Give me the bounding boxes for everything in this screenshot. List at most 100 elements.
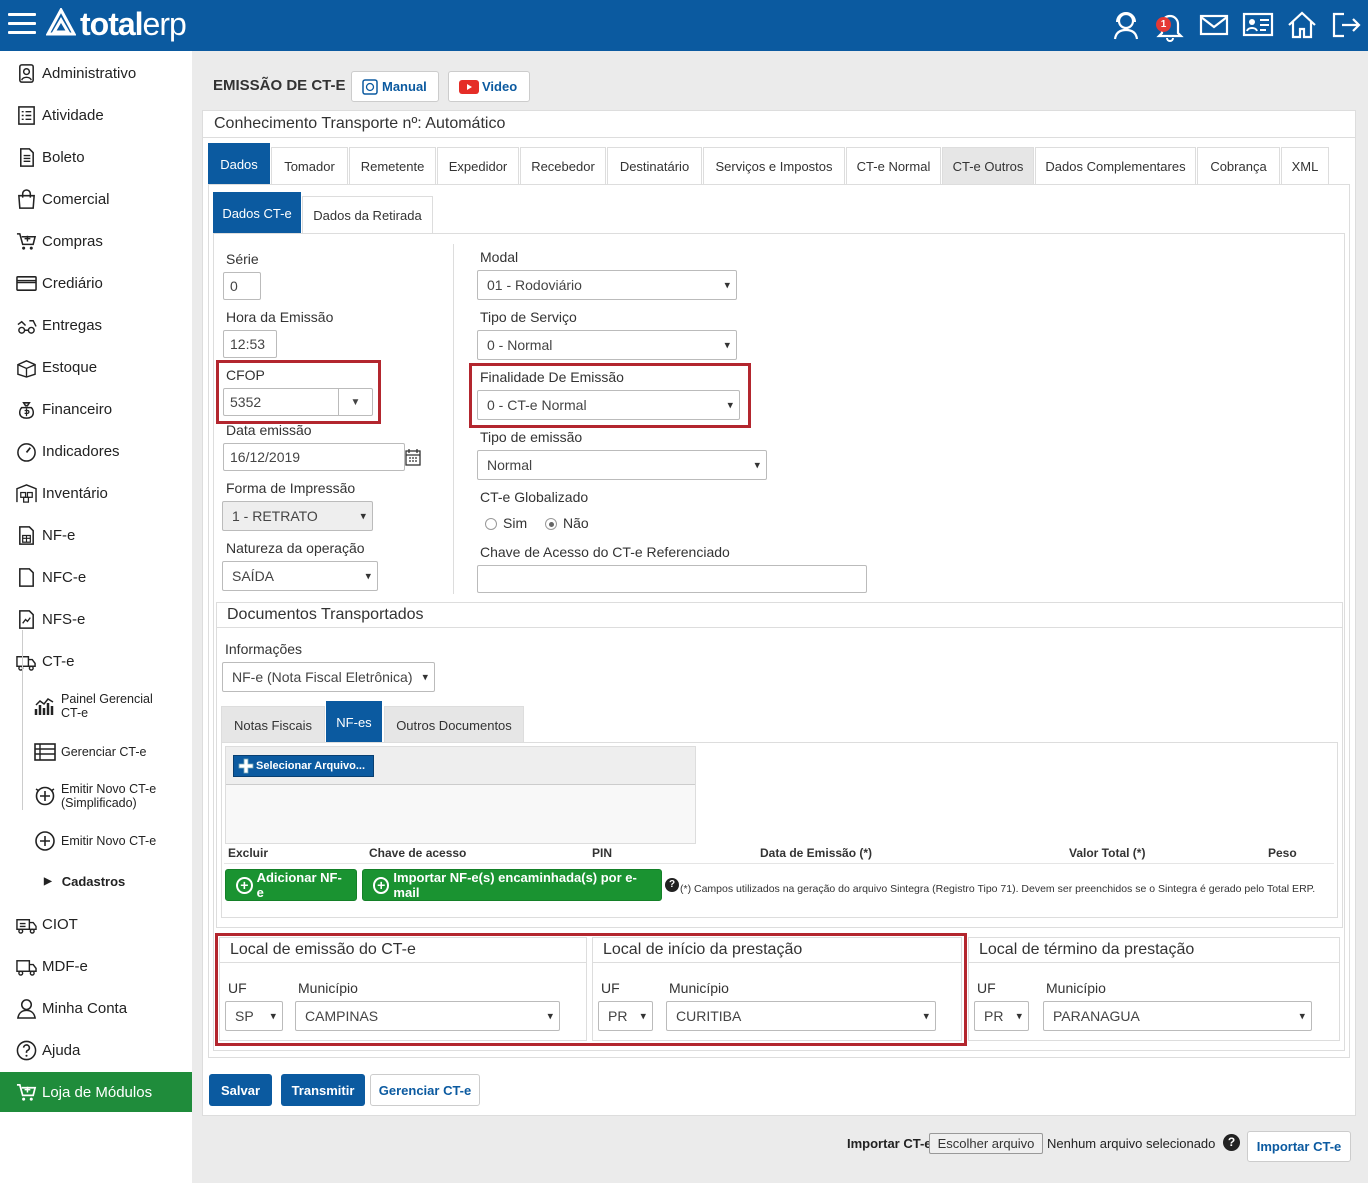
globalizado-options: Sim Não [485,515,589,531]
hora-input[interactable]: 12:53 [223,330,277,358]
local-uf-select-2[interactable]: PR [974,1001,1029,1031]
tab-9[interactable]: Dados Complementares [1035,147,1196,184]
submenu-emitir-simplificado[interactable]: Emitir Novo CT-e (Simplificado) [34,782,171,810]
bag-icon [18,188,35,209]
book-icon [362,78,378,95]
sidebar-item-4[interactable]: Compras [0,221,192,261]
cart-icon [16,1083,37,1101]
subtab-dados-cte[interactable]: Dados CT-e [213,192,301,233]
sidebar-item2-1[interactable]: MDF-e [0,946,192,986]
tab-0[interactable]: Dados [208,143,270,184]
tab-3[interactable]: Expedidor [437,147,519,184]
tab-11[interactable]: XML [1281,147,1329,184]
box-icon [17,359,36,378]
tab-nfes[interactable]: NF-es [326,701,382,743]
local-municipio-select-2[interactable]: PARANAGUA [1043,1001,1312,1031]
sidebar-item-10[interactable]: Inventário [0,473,192,513]
plus-icon [238,758,254,774]
sidebar-item2-0[interactable]: CIOT [0,904,192,944]
submenu-gerenciar-cte[interactable]: Gerenciar CT-e [34,741,146,763]
menu-icon[interactable] [8,13,36,37]
truck-icon [16,959,37,976]
column-header-1: Chave de acesso [369,846,467,860]
local-title-2: Local de término da prestação [979,941,1195,958]
sidebar-item-7[interactable]: Estoque [0,347,192,387]
home-icon[interactable] [1286,8,1318,42]
choose-file-button[interactable]: Escolher arquivo [929,1133,1043,1154]
radio-sim[interactable] [485,518,497,531]
column-divider [453,244,454,594]
notification-badge: 1 [1156,17,1171,32]
tab-2[interactable]: Remetente [349,147,436,184]
subtab-dados-retirada[interactable]: Dados da Retirada [302,196,433,233]
manage-cte-button[interactable]: Gerenciar CT-e [370,1074,480,1106]
submenu-emitir-novo[interactable]: Emitir Novo CT-e [34,830,156,852]
divider [969,962,1339,963]
submenu-cadastros[interactable]: ▶ Cadastros [44,875,125,889]
sidebar-item-14[interactable]: CT-e [0,641,192,681]
tab-10[interactable]: Cobrança [1197,147,1280,184]
submenu-line [22,630,23,810]
sidebar-item2-2[interactable]: Minha Conta [0,988,192,1028]
modal-select[interactable]: 01 - Rodoviário [477,270,737,300]
tab-6[interactable]: Serviços e Impostos [703,147,845,184]
sidebar-item-12[interactable]: NFC-e [0,557,192,597]
submenu-painel-gerencial[interactable]: Painel Gerencial CT-e [34,692,171,720]
forma-select[interactable]: 1 - RETRATO [222,501,373,531]
sidebar-item-3[interactable]: Comercial [0,179,192,219]
user-icon [17,998,36,1019]
natureza-select[interactable]: SAÍDA [222,561,378,591]
video-button[interactable]: Video [448,71,530,102]
informacoes-select[interactable]: NF-e (Nota Fiscal Eletrônica) [222,662,435,692]
serie-input[interactable]: 0 [223,272,261,300]
bell-icon[interactable]: 1 [1154,8,1186,42]
tipo-emissao-select[interactable]: Normal [477,450,767,480]
cte-number-title: Conhecimento Transporte nº: Automático [214,115,506,132]
id-card-icon[interactable] [1242,8,1274,42]
sidebar-item-9[interactable]: Indicadores [0,431,192,471]
tab-8[interactable]: CT-e Outros [942,147,1034,184]
sidebar-item-6[interactable]: Entregas [0,305,192,345]
plus-circle-icon [35,831,55,851]
data-input[interactable]: 16/12/2019 [223,443,405,471]
ciot-icon [16,918,37,934]
servico-select[interactable]: 0 - Normal [477,330,737,360]
help-icon[interactable]: ? [1223,1134,1240,1151]
sidebar-item-11[interactable]: NF-e [0,515,192,555]
sidebar-item-8[interactable]: Financeiro [0,389,192,429]
inventory-icon [16,483,37,503]
list-icon [34,743,56,761]
sidebar-item-5[interactable]: Crediário [0,263,192,303]
calendar-icon[interactable] [405,448,421,466]
app-logo[interactable]: total erp [46,6,187,43]
transmit-button[interactable]: Transmitir [281,1074,365,1106]
support-agent-icon[interactable] [1110,8,1142,42]
select-file-button[interactable]: Selecionar Arquivo... [233,755,375,777]
chave-input[interactable] [477,565,867,593]
activity-icon [18,105,35,125]
store-button[interactable]: Loja de Módulos [0,1072,192,1112]
highlight-locais [215,933,967,1046]
logout-icon[interactable] [1330,8,1362,42]
no-file-text: Nenhum arquivo selecionado [1047,1136,1216,1151]
tab-5[interactable]: Destinatário [607,147,702,184]
boleto-icon [20,147,34,167]
sidebar-item2-3[interactable]: Ajuda [0,1030,192,1070]
import-cte-button[interactable]: Importar CT-e [1247,1131,1351,1162]
sidebar-item-1[interactable]: Atividade [0,95,192,135]
tab-7[interactable]: CT-e Normal [846,147,941,184]
tab-1[interactable]: Tomador [271,147,348,184]
manual-button[interactable]: Manual [351,71,439,102]
tab-notas-fiscais[interactable]: Notas Fiscais [221,706,325,743]
sidebar-item-0[interactable]: Administrativo [0,53,192,93]
top-header: total erp 1 [0,0,1368,51]
mail-icon[interactable] [1198,8,1230,42]
radio-nao[interactable] [545,518,558,531]
column-header-2: PIN [592,846,613,860]
tab-4[interactable]: Recebedor [520,147,606,184]
sidebar-item-13[interactable]: NFS-e [0,599,192,639]
save-button[interactable]: Salvar [209,1074,272,1106]
sidebar-item-2[interactable]: Boleto [0,137,192,177]
nfe-icon [19,525,34,545]
tab-outros-documentos[interactable]: Outros Documentos [384,706,524,743]
